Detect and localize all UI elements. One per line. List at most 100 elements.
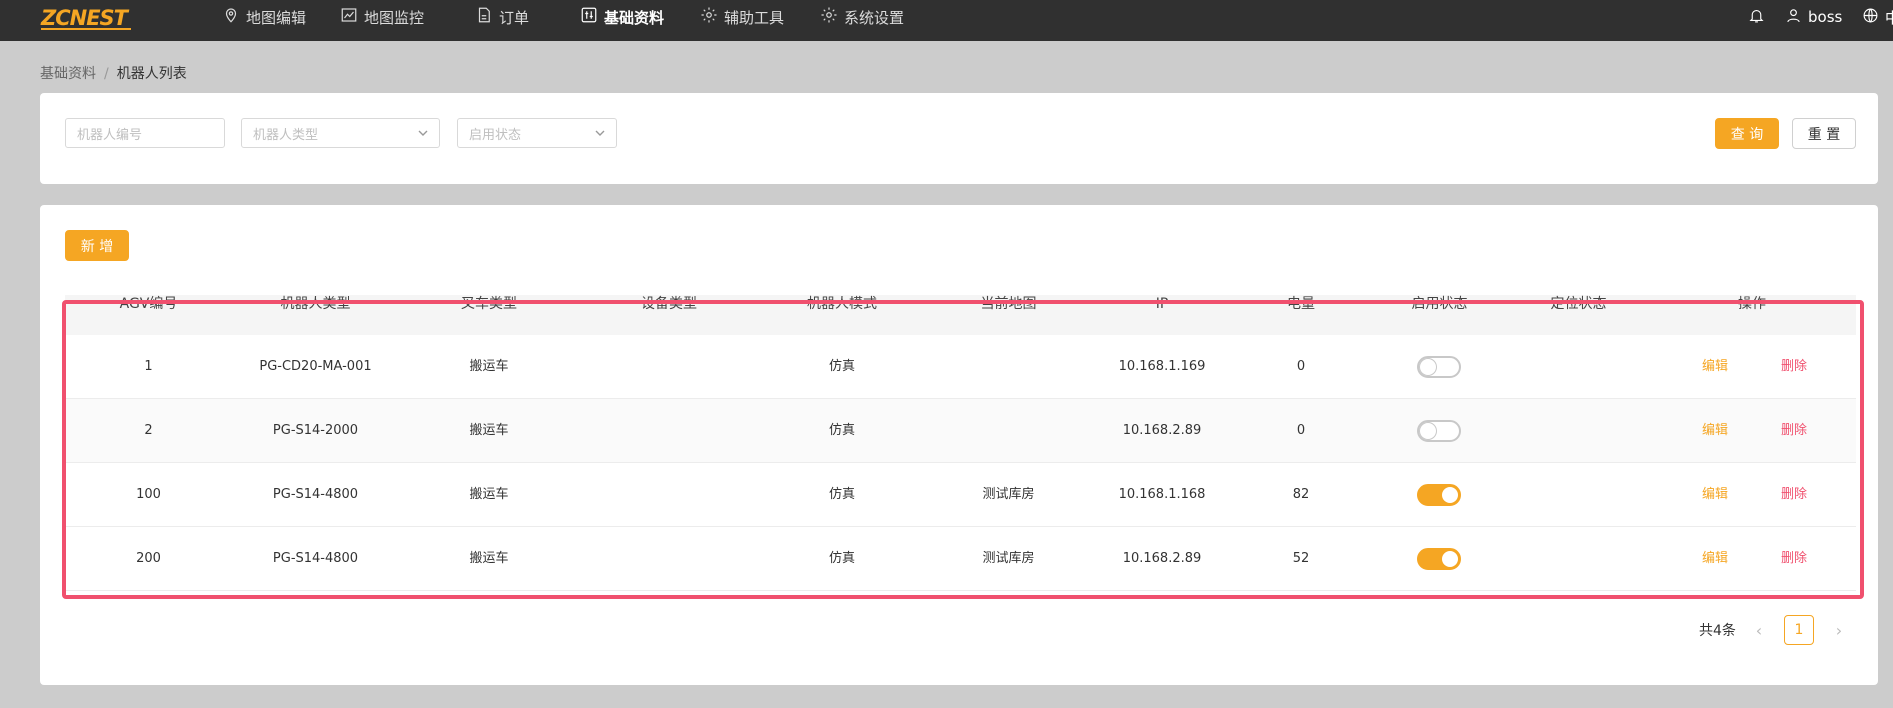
cell-fork-type: 搬运车: [469, 551, 509, 566]
cell-current-map: [925, 399, 1092, 463]
cell-device-type: [579, 527, 759, 591]
cell-robot-type: PG-S14-2000: [272, 423, 359, 438]
logo-underline: [41, 28, 131, 30]
cell-fork-type: 搬运车: [469, 359, 509, 374]
cell-battery: 82: [1292, 487, 1310, 502]
reset-button[interactable]: 重 置: [1792, 118, 1856, 149]
cell-ip: 10.168.2.89: [1122, 423, 1202, 438]
user-menu[interactable]: boss: [1785, 0, 1842, 34]
nav-item-map-edit[interactable]: 地图编辑: [222, 0, 306, 34]
add-robot-button[interactable]: 新 增: [65, 230, 129, 261]
table-row: 100 PG-S14-4800 搬运车 仿真 测试库房 10.168.1.168…: [65, 463, 1856, 527]
delete-link[interactable]: 删除: [1764, 399, 1824, 463]
globe-icon: [1862, 7, 1879, 28]
chevron-down-icon: [594, 127, 606, 139]
robot-id-placeholder: 机器人编号: [77, 127, 143, 143]
cell-ip: 10.168.1.169: [1118, 359, 1206, 374]
cell-ip: 10.168.1.168: [1118, 487, 1206, 502]
top-navigation-bar: ZCNEST 地图编辑 地图监控 订单 基础资料 辅助工具 系统设置 boss …: [0, 0, 1893, 41]
username: boss: [1808, 8, 1843, 26]
filter-panel: 机器人编号 机器人类型 启用状态 查 询 重 置: [40, 93, 1878, 184]
delete-link[interactable]: 删除: [1764, 463, 1824, 527]
enable-toggle[interactable]: [1417, 356, 1461, 378]
breadcrumb-current: 机器人列表: [116, 66, 187, 82]
cell-location-status: [1509, 463, 1648, 527]
cell-current-map: 测试库房: [982, 487, 1035, 502]
enable-status-placeholder: 启用状态: [469, 127, 522, 143]
cell-location-status: [1509, 527, 1648, 591]
robot-id-input[interactable]: 机器人编号: [65, 118, 225, 148]
enable-status-select[interactable]: 启用状态: [457, 118, 617, 148]
cell-mode: 仿真: [828, 423, 855, 438]
map-pin-icon: [222, 6, 240, 28]
cell-device-type: [579, 399, 759, 463]
toggle-knob: [1420, 359, 1436, 375]
breadcrumb-separator: /: [104, 66, 109, 82]
delete-link[interactable]: 删除: [1764, 335, 1824, 399]
nav-item-tools[interactable]: 辅助工具: [700, 0, 784, 34]
cell-fork-type: 搬运车: [469, 423, 509, 438]
column-header-mode: 机器人模式: [807, 296, 877, 312]
language-label: 中: [1885, 8, 1893, 27]
column-header-fork-type: 叉车类型: [461, 296, 517, 312]
cell-device-type: [579, 463, 759, 527]
robot-type-select[interactable]: 机器人类型: [241, 118, 440, 148]
gear-icon: [820, 6, 838, 28]
nav-item-map-monitor[interactable]: 地图监控: [340, 0, 424, 34]
column-header-location-status: 定位状态: [1550, 296, 1607, 312]
notification-button[interactable]: [1748, 0, 1765, 34]
nav-item-label: 辅助工具: [724, 8, 785, 27]
language-switcher[interactable]: 中: [1862, 0, 1893, 34]
column-header-actions: 操作: [1738, 296, 1766, 312]
nav-item-orders[interactable]: 订单: [475, 0, 529, 34]
app-logo: ZCNEST: [41, 6, 128, 30]
nav-item-system-settings[interactable]: 系统设置: [820, 0, 904, 34]
gear-icon: [700, 6, 718, 28]
next-page-icon[interactable]: ›: [1824, 621, 1854, 640]
table-row: 200 PG-S14-4800 搬运车 仿真 测试库房 10.168.2.89 …: [65, 527, 1856, 591]
enable-toggle[interactable]: [1417, 484, 1461, 506]
cell-battery: 52: [1292, 551, 1310, 566]
cell-mode: 仿真: [828, 551, 855, 566]
column-header-device-type: 设备类型: [641, 296, 697, 312]
toggle-knob: [1420, 423, 1436, 439]
nav-item-basic-data[interactable]: 基础资料: [580, 0, 664, 34]
enable-toggle[interactable]: [1417, 420, 1461, 442]
column-header-robot-type: 机器人类型: [280, 296, 351, 312]
column-header-agv: AGV编号: [119, 296, 178, 312]
prev-page-icon[interactable]: ‹: [1744, 621, 1774, 640]
edit-link[interactable]: 编辑: [1685, 527, 1745, 591]
breadcrumb: 基础资料 / 机器人列表: [40, 63, 187, 83]
nav-item-label: 系统设置: [844, 8, 905, 27]
bell-icon: [1748, 7, 1765, 28]
edit-link[interactable]: 编辑: [1685, 463, 1745, 527]
table-row: 2 PG-S14-2000 搬运车 仿真 10.168.2.89 0 编辑 删除: [65, 399, 1856, 463]
query-button[interactable]: 查 询: [1715, 118, 1779, 149]
enable-toggle[interactable]: [1417, 548, 1461, 570]
edit-link[interactable]: 编辑: [1685, 335, 1745, 399]
breadcrumb-parent[interactable]: 基础资料: [40, 66, 96, 82]
nav-item-label: 地图编辑: [246, 8, 307, 27]
nav-item-label: 地图监控: [364, 8, 425, 27]
cell-agv: 200: [136, 551, 161, 566]
cell-mode: 仿真: [828, 359, 855, 374]
document-icon: [475, 6, 493, 28]
table-row: 1 PG-CD20-MA-001 搬运车 仿真 10.168.1.169 0 编…: [65, 335, 1856, 399]
cell-device-type: [579, 335, 759, 399]
cell-robot-type: PG-CD20-MA-001: [259, 359, 372, 374]
chevron-down-icon: [417, 127, 429, 139]
user-icon: [1785, 7, 1802, 28]
cell-robot-type: PG-S14-4800: [272, 487, 359, 502]
page-number-current[interactable]: 1: [1783, 615, 1814, 645]
column-header-ip: IP: [1155, 296, 1169, 312]
nav-item-label: 订单: [499, 8, 530, 27]
table-header: AGV编号 机器人类型 叉车类型 设备类型 机器人模式 当前地图 IP 电量 启…: [65, 295, 1856, 335]
cell-agv: 100: [136, 487, 161, 502]
column-header-enable-status: 启用状态: [1411, 296, 1468, 312]
delete-link[interactable]: 删除: [1764, 527, 1824, 591]
edit-link[interactable]: 编辑: [1685, 399, 1745, 463]
cell-ip: 10.168.2.89: [1122, 551, 1202, 566]
cell-location-status: [1509, 399, 1648, 463]
cell-location-status: [1509, 335, 1648, 399]
cell-agv: 2: [144, 423, 153, 438]
